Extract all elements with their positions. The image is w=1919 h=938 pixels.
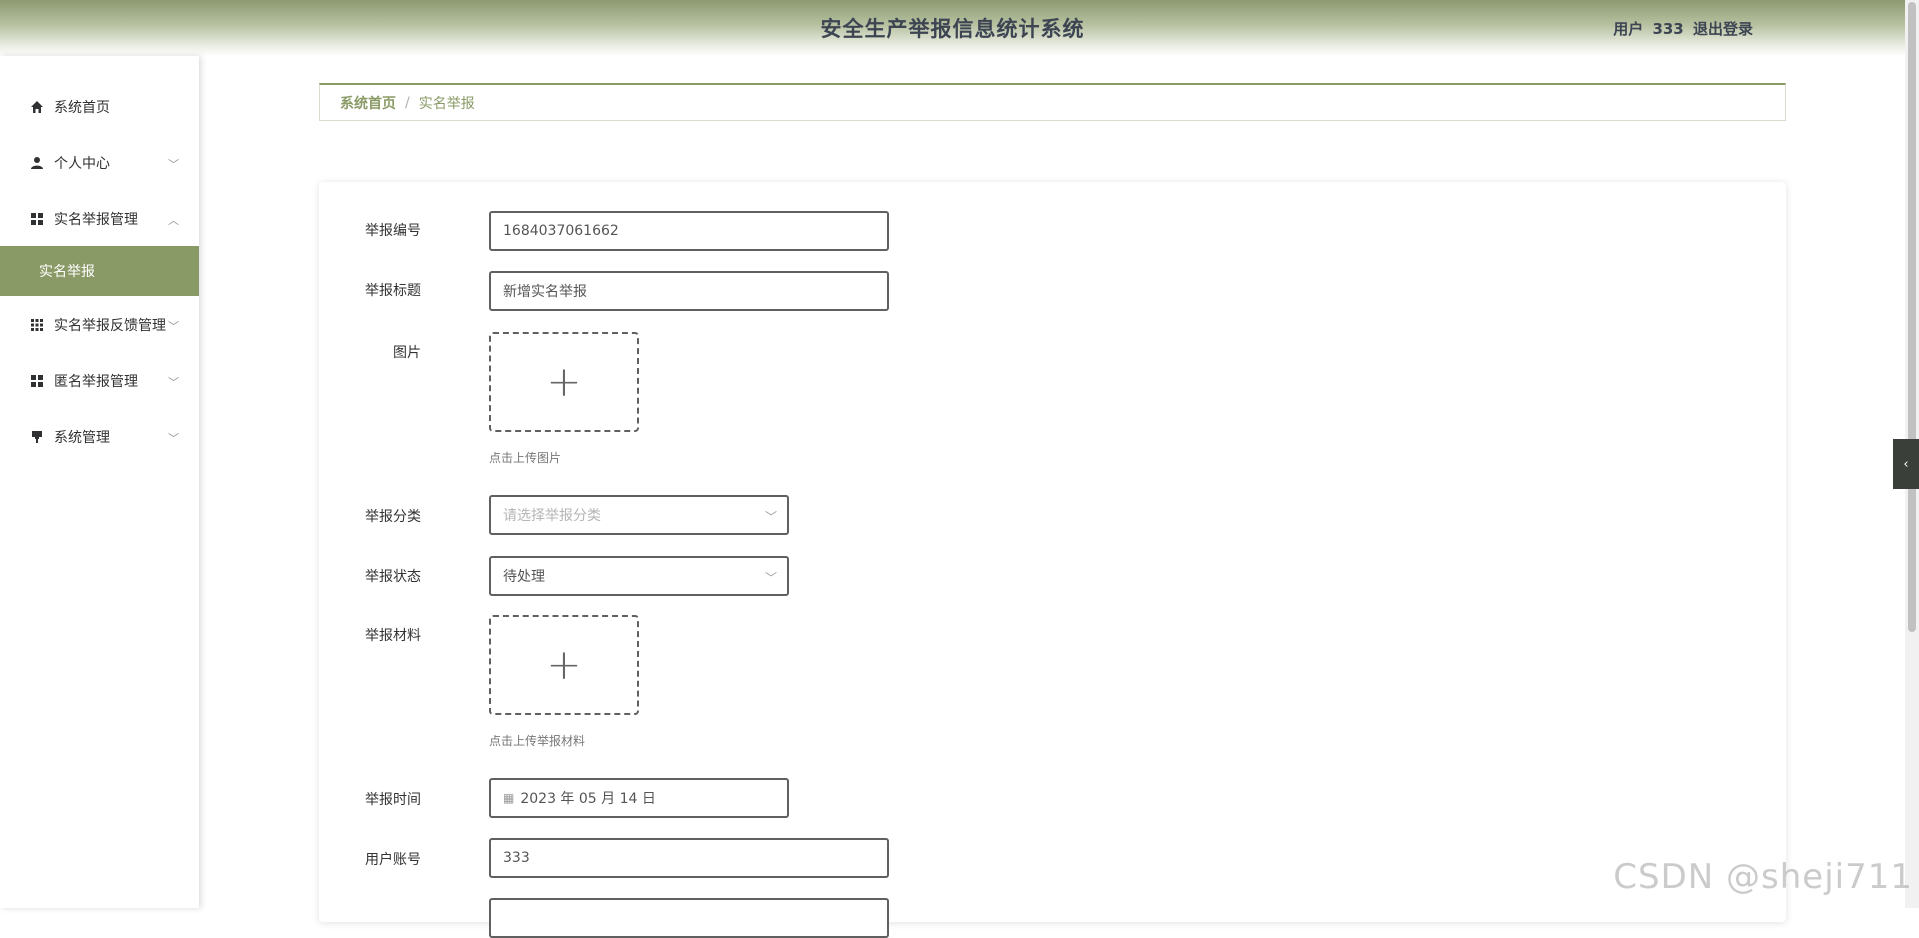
chevron-down-icon: ﹀	[168, 320, 179, 333]
sidebar-item-label: 实名举报	[39, 264, 95, 280]
report-time-value: 2023 年 05 月 14 日	[520, 791, 656, 807]
material-label: 举报材料	[365, 628, 421, 644]
watermark: CSDN @sheji711	[1613, 857, 1913, 897]
plus-icon: +	[546, 357, 582, 406]
brush-icon	[30, 430, 44, 444]
user-icon	[30, 156, 44, 170]
account-input[interactable]: 333	[489, 838, 889, 878]
logout-link[interactable]: 退出登录	[1693, 20, 1753, 38]
sidebar-item-anonymous-report-mgmt[interactable]: 匿名举报管理 ﹀	[0, 356, 199, 406]
chevron-down-icon: ﹀	[168, 376, 179, 389]
sidebar-item-label: 系统管理	[54, 430, 110, 446]
chevron-down-icon: ﹀	[168, 432, 179, 445]
chevron-left-icon: ‹	[1903, 456, 1909, 472]
calendar-icon: ▦	[503, 791, 515, 805]
sidebar-item-personal-center[interactable]: 个人中心 ﹀	[0, 138, 199, 188]
breadcrumb-separator: /	[405, 94, 410, 111]
breadcrumb: 系统首页 / 实名举报	[319, 83, 1786, 121]
sidebar-item-system-mgmt[interactable]: 系统管理 ﹀	[0, 412, 199, 462]
grid-icon	[30, 212, 44, 226]
category-label: 举报分类	[365, 509, 421, 525]
breadcrumb-current: 实名举报	[418, 95, 475, 112]
sidebar-item-label: 实名举报反馈管理	[54, 318, 166, 334]
image-label: 图片	[393, 345, 421, 361]
material-upload-hint: 点击上传举报材料	[489, 734, 586, 748]
home-icon	[30, 100, 44, 114]
next-field-input[interactable]	[489, 898, 889, 938]
status-value: 待处理	[503, 569, 545, 585]
report-no-input[interactable]: 1684037061662	[489, 211, 889, 251]
chevron-down-icon: ﹀	[764, 510, 777, 524]
scrollbar-thumb[interactable]	[1908, 2, 1916, 632]
user-name: 333	[1652, 20, 1684, 38]
user-label: 用户	[1613, 20, 1644, 38]
chevron-down-icon: ﹀	[764, 571, 777, 585]
category-select[interactable]: 请选择举报分类 ﹀	[489, 495, 789, 535]
sidebar-item-feedback-mgmt[interactable]: 实名举报反馈管理 ﹀	[0, 300, 199, 350]
user-info: 用户 333 退出登录	[1609, 18, 1753, 39]
report-time-picker[interactable]: ▦ 2023 年 05 月 14 日	[489, 778, 789, 818]
chevron-up-icon: ︿	[168, 214, 179, 227]
report-form-card: 举报编号 1684037061662 举报标题 新增实名举报 图片 + 点击上传…	[319, 182, 1786, 938]
collapse-panel-button[interactable]: ‹	[1893, 439, 1919, 489]
material-upload-button[interactable]: +	[489, 615, 639, 715]
status-label: 举报状态	[365, 569, 421, 585]
image-upload-hint: 点击上传图片	[489, 451, 562, 465]
top-header: 安全生产举报信息统计系统 用户 333 退出登录	[0, 0, 1905, 56]
report-time-label: 举报时间	[365, 792, 421, 808]
plus-icon: +	[546, 640, 582, 689]
sidebar-item-label: 系统首页	[54, 100, 110, 116]
chevron-down-icon: ﹀	[168, 158, 179, 171]
sidebar-item-label: 个人中心	[54, 156, 110, 172]
report-title-input[interactable]: 新增实名举报	[489, 271, 889, 311]
report-title-label: 举报标题	[365, 283, 421, 299]
sidebar-item-label: 匿名举报管理	[54, 374, 138, 390]
sidebar-item-real-name-report-mgmt[interactable]: 实名举报管理 ︿	[0, 194, 199, 244]
grid-icon	[30, 374, 44, 388]
sidebar-item-home[interactable]: 系统首页	[0, 82, 199, 132]
category-placeholder: 请选择举报分类	[503, 508, 601, 524]
account-label: 用户账号	[365, 852, 421, 868]
status-select[interactable]: 待处理 ﹀	[489, 556, 789, 596]
breadcrumb-home-link[interactable]: 系统首页	[340, 93, 396, 113]
sidebar: 系统首页 个人中心 ﹀ 实名举报管理 ︿ 实名举报 实名举报反馈管理 ﹀ 匿名举…	[0, 56, 199, 908]
sidebar-item-real-name-report[interactable]: 实名举报	[0, 246, 199, 296]
grid9-icon	[30, 318, 44, 332]
sidebar-item-label: 实名举报管理	[54, 212, 138, 228]
image-upload-button[interactable]: +	[489, 332, 639, 432]
report-no-label: 举报编号	[365, 223, 421, 239]
